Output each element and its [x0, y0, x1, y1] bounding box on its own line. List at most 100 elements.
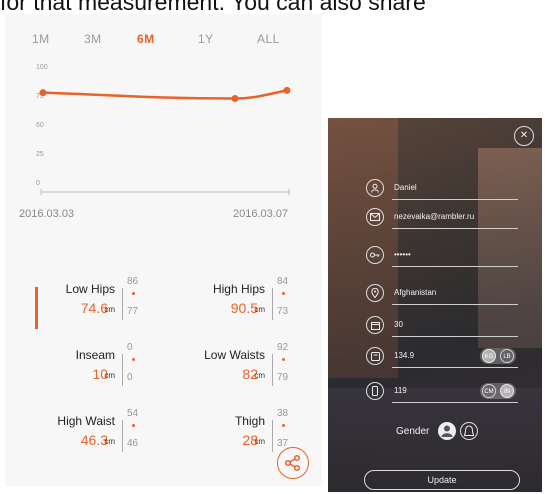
stat-dot [132, 292, 135, 295]
data-point[interactable] [39, 89, 47, 97]
stat-divider [272, 288, 273, 320]
share-button[interactable] [277, 447, 309, 479]
stat-max: 0 [127, 342, 133, 353]
stat-unit: cm [104, 305, 115, 314]
field-underline [392, 228, 518, 229]
stat-label: Low Waists [204, 348, 265, 362]
stat-max: 92 [277, 342, 289, 353]
series-line [42, 89, 288, 100]
update-button[interactable]: Update [364, 470, 520, 490]
field-underline [392, 304, 518, 305]
stat-min: 79 [277, 372, 289, 383]
female-icon[interactable] [460, 422, 478, 440]
key-icon [366, 246, 384, 264]
stat-divider [122, 420, 123, 452]
measurement-stats: Low Hips 74.6 cm 86 77 High Hips 90.5 cm… [5, 272, 322, 482]
tab-6m[interactable]: 6M [137, 32, 155, 46]
data-point[interactable] [231, 94, 239, 102]
stat-max: 54 [127, 408, 139, 419]
stat-dot [282, 424, 285, 427]
range-tabs: 1M 3M 6M 1Y ALL [5, 32, 322, 54]
measurement-line-chart: 1007560250 2016.03.03 2016.03.07 [19, 64, 291, 220]
stat-label: High Waist [57, 414, 115, 428]
stat-high-waist[interactable]: High Waist 46.3 cm 54 46 [5, 404, 163, 462]
height-unit-toggle[interactable]: CM IN [480, 383, 516, 399]
stat-max: 38 [277, 408, 289, 419]
password-value: •••••• [394, 250, 411, 259]
profile-screen: ✕ Daniel nezevaika@rambler.ru •••••• Afg… [328, 118, 542, 492]
stat-min: 73 [277, 306, 289, 317]
unit-kg[interactable]: KG [482, 349, 496, 363]
height-icon [366, 382, 384, 400]
stat-unit: cm [254, 437, 265, 446]
stat-unit: cm [254, 371, 265, 380]
unit-in[interactable]: IN [500, 384, 514, 398]
field-underline [392, 402, 518, 403]
stat-low-waists[interactable]: Low Waists 82 cm 92 79 [155, 338, 313, 396]
field-underline [392, 336, 518, 337]
gender-label: Gender [396, 426, 430, 437]
x-label-start: 2016.03.03 [19, 208, 74, 220]
stat-dot [132, 424, 135, 427]
stat-label: Low Hips [65, 282, 115, 296]
stat-dot [282, 358, 285, 361]
stat-inseam[interactable]: Inseam 10 cm 0 0 [5, 338, 163, 396]
data-point[interactable] [283, 86, 291, 94]
field-underline [392, 199, 518, 200]
location-icon [366, 284, 384, 302]
weight-field[interactable]: 134.9 KG LB [366, 347, 518, 369]
stat-min: 46 [127, 438, 139, 449]
stat-min: 0 [127, 372, 133, 383]
tab-1y[interactable]: 1Y [198, 32, 214, 46]
y-tick-label: 60 [36, 122, 44, 129]
weight-value: 134.9 [394, 351, 415, 360]
unit-lb[interactable]: LB [500, 349, 514, 363]
stat-divider [272, 354, 273, 386]
height-field[interactable]: 119 CM IN [366, 382, 518, 404]
stat-divider [122, 288, 123, 320]
field-underline [392, 266, 518, 267]
stat-low-hips[interactable]: Low Hips 74.6 cm 86 77 [5, 272, 163, 330]
email-icon [366, 208, 384, 226]
close-button[interactable]: ✕ [514, 126, 534, 146]
male-icon[interactable] [438, 422, 456, 440]
share-icon [284, 454, 301, 472]
tab-all[interactable]: ALL [257, 32, 280, 46]
country-field[interactable]: Afghanistan [366, 284, 518, 306]
x-label-end: 2016.03.07 [233, 208, 288, 220]
y-tick-label: 25 [36, 151, 44, 158]
user-icon [366, 179, 384, 197]
stat-label: High Hips [212, 282, 265, 296]
age-value: 30 [394, 320, 403, 329]
weight-unit-toggle[interactable]: KG LB [480, 348, 516, 364]
name-value: Daniel [394, 183, 417, 192]
stat-unit: cm [254, 305, 265, 314]
stat-divider [272, 420, 273, 452]
email-value: nezevaika@rambler.ru [394, 212, 475, 221]
stat-label: Inseam [75, 348, 115, 362]
stat-unit: cm [104, 371, 115, 380]
name-field[interactable]: Daniel [366, 179, 518, 201]
tab-1m[interactable]: 1M [32, 32, 50, 46]
stat-label: Thigh [234, 414, 265, 428]
country-value: Afghanistan [394, 288, 437, 297]
stat-dot [132, 358, 135, 361]
height-value: 119 [394, 386, 407, 395]
stat-max: 86 [127, 276, 139, 287]
stat-unit: cm [104, 437, 115, 446]
weight-icon [366, 347, 384, 365]
unit-cm[interactable]: CM [482, 384, 496, 398]
body-measurement-screen: 1M 3M 6M 1Y ALL 100 75 60 25 0 2016.03.03 20… [5, 14, 322, 486]
y-tick-label: 0 [36, 180, 40, 187]
password-field[interactable]: •••••• [366, 246, 518, 268]
stat-divider [122, 354, 123, 386]
tab-3m[interactable]: 3M [84, 32, 102, 46]
y-tick-label: 100 [36, 64, 48, 71]
stat-high-hips[interactable]: High Hips 90.5 cm 84 73 [155, 272, 313, 330]
stat-max: 84 [277, 276, 289, 287]
close-icon: ✕ [519, 130, 529, 141]
age-field[interactable]: 30 [366, 316, 518, 338]
stat-min: 77 [127, 306, 139, 317]
email-field[interactable]: nezevaika@rambler.ru [366, 208, 518, 230]
calendar-icon [366, 316, 384, 334]
